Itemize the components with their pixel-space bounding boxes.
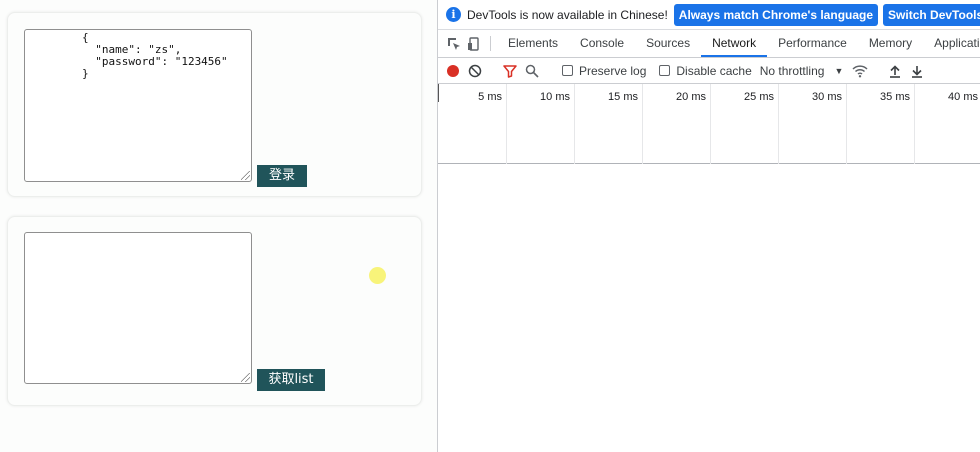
timeline-tick-label: 10 ms bbox=[540, 91, 570, 103]
login-json-text: { "name": "zs", "password": "123456" } bbox=[81, 31, 228, 80]
tab-console[interactable]: Console bbox=[569, 30, 635, 57]
timeline-gridline bbox=[778, 84, 779, 164]
devtools-panel: i DevTools is now available in Chinese! … bbox=[437, 0, 980, 452]
filter-icon[interactable] bbox=[499, 58, 521, 83]
timeline-tick-label: 35 ms bbox=[880, 91, 910, 103]
network-conditions-icon[interactable] bbox=[849, 58, 871, 83]
timeline-tick-label: 20 ms bbox=[676, 91, 706, 103]
timeline-tick-label: 25 ms bbox=[744, 91, 774, 103]
checkbox-box[interactable] bbox=[562, 65, 573, 76]
tab-application[interactable]: Application bbox=[923, 30, 980, 57]
toolbar-divider bbox=[490, 36, 491, 51]
login-json-textarea[interactable]: { "name": "zs", "password": "123456" } bbox=[24, 29, 252, 182]
chevron-down-icon[interactable]: ▼ bbox=[834, 66, 843, 76]
mouse-cursor-highlight bbox=[369, 267, 386, 284]
preserve-log-label: Preserve log bbox=[579, 63, 647, 78]
language-infobar: i DevTools is now available in Chinese! … bbox=[438, 0, 980, 30]
web-page: { "name": "zs", "password": "123456" } 登… bbox=[0, 0, 437, 452]
tab-sources[interactable]: Sources bbox=[635, 30, 701, 57]
devtools-tabbar: Elements Console Sources Network Perform… bbox=[438, 30, 980, 58]
device-toolbar-icon[interactable] bbox=[464, 30, 484, 57]
timeline-tick-label: 40 ms bbox=[948, 91, 978, 103]
search-icon[interactable] bbox=[521, 58, 543, 83]
timeline-gridline bbox=[914, 84, 915, 164]
preserve-log-checkbox[interactable]: Preserve log bbox=[562, 64, 646, 78]
tab-memory[interactable]: Memory bbox=[858, 30, 923, 57]
always-match-language-button[interactable]: Always match Chrome's language bbox=[673, 3, 879, 26]
record-icon[interactable] bbox=[442, 58, 464, 83]
info-icon: i bbox=[446, 7, 461, 22]
export-har-icon[interactable] bbox=[906, 58, 928, 83]
login-button[interactable]: 登录 bbox=[257, 165, 307, 187]
throttling-select[interactable]: No throttling bbox=[760, 64, 825, 78]
clear-icon[interactable] bbox=[464, 58, 486, 83]
timeline-gridline bbox=[506, 84, 507, 164]
inspect-element-icon[interactable] bbox=[444, 30, 464, 57]
timeline-gridline bbox=[574, 84, 575, 164]
list-result-textarea[interactable] bbox=[24, 232, 252, 384]
get-list-button[interactable]: 获取list bbox=[257, 369, 325, 391]
resize-grip-icon[interactable] bbox=[241, 171, 250, 180]
network-timeline-overview[interactable]: 5 ms 10 ms 15 ms 20 ms 25 ms 30 ms 35 ms 40 ms bbox=[438, 84, 980, 164]
disable-cache-label: Disable cache bbox=[676, 63, 752, 78]
timeline-tick-label: 30 ms bbox=[812, 91, 842, 103]
import-har-icon[interactable] bbox=[884, 58, 906, 83]
list-card: 获取list bbox=[7, 216, 422, 406]
login-card: { "name": "zs", "password": "123456" } 登… bbox=[7, 12, 422, 197]
tab-elements[interactable]: Elements bbox=[497, 30, 569, 57]
timeline-gridline bbox=[642, 84, 643, 164]
tab-performance[interactable]: Performance bbox=[767, 30, 858, 57]
tab-network[interactable]: Network bbox=[701, 30, 768, 57]
disable-cache-checkbox[interactable]: Disable cache bbox=[659, 63, 752, 78]
timeline-gridline bbox=[846, 84, 847, 164]
timeline-tick-label: 5 ms bbox=[478, 91, 502, 103]
infobar-message: DevTools is now available in Chinese! bbox=[467, 7, 668, 22]
timeline-gridline bbox=[710, 84, 711, 164]
network-toolbar: Preserve log Disable cache No throttling… bbox=[438, 58, 980, 84]
timeline-tick-label: 15 ms bbox=[608, 91, 638, 103]
resize-grip-icon[interactable] bbox=[241, 373, 250, 382]
switch-devtools-language-button[interactable]: Switch DevTools to Chinese bbox=[883, 3, 980, 26]
checkbox-box[interactable] bbox=[659, 65, 671, 76]
timeline-start-marker bbox=[438, 84, 439, 102]
